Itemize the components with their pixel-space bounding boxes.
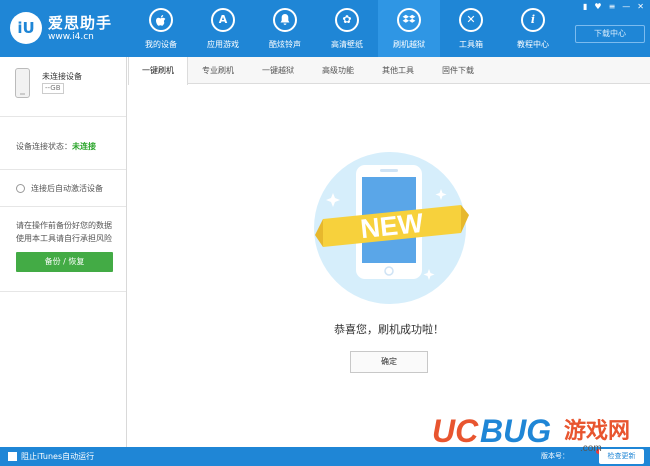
menu-icon[interactable]: ≡ — [609, 2, 616, 12]
tab-one-click-flash[interactable]: 一键刷机 — [128, 57, 188, 85]
apple-icon — [149, 8, 173, 32]
app-logo: iU 爱思助手 www.i4.cn — [10, 10, 130, 48]
nav-label: 酷炫铃声 — [269, 40, 301, 49]
nav-label: 教程中心 — [517, 40, 549, 49]
tab-advanced[interactable]: 高级功能 — [308, 57, 368, 84]
status-value: 未连接 — [72, 142, 96, 151]
feedback-icon[interactable]: ▮ — [583, 2, 587, 12]
auto-activate-label: 连接后自动激活设备 — [31, 184, 103, 193]
heart-icon[interactable]: ♥ — [594, 2, 601, 12]
tab-one-click-jailbreak[interactable]: 一键越狱 — [248, 57, 308, 84]
left-sidebar: 未连接设备 --GB 设备连接状态：未连接 连接后自动激活设备 请在操作前备份好… — [0, 57, 127, 447]
minimize-icon[interactable]: — — [622, 2, 630, 12]
auto-activate-option[interactable]: 连接后自动激活设备 — [16, 183, 103, 194]
tools-icon: ✕ — [459, 8, 483, 32]
nav-label: 我的设备 — [145, 40, 177, 49]
status-label: 设备连接状态： — [16, 142, 72, 151]
nav-item-flash-jailbreak[interactable]: 刷机越狱 — [378, 0, 440, 57]
device-capacity: --GB — [42, 83, 64, 94]
tab-firmware-download[interactable]: 固件下载 — [428, 57, 488, 84]
connection-status: 设备连接状态：未连接 — [16, 141, 96, 152]
close-icon[interactable]: ✕ — [637, 2, 644, 12]
nav-item-toolbox[interactable]: ✕ 工具箱 — [440, 0, 502, 57]
device-name: 未连接设备 — [42, 72, 82, 81]
block-itunes-checkbox[interactable] — [8, 452, 17, 461]
watermark-cn: 游戏网 — [564, 418, 630, 444]
warning-line-2: 使用本工具请自行承担风险 — [16, 234, 112, 243]
divider — [0, 291, 126, 292]
nav-item-tutorials[interactable]: i 教程中心 — [502, 0, 564, 57]
watermark-bug: BUG — [480, 413, 551, 449]
success-message: 恭喜您，刷机成功啦！ — [334, 323, 444, 336]
phone-icon — [15, 68, 30, 98]
phone-speaker — [380, 169, 398, 172]
device-card: 未连接设备 --GB — [0, 57, 126, 117]
backup-restore-button[interactable]: 备份 / 恢复 — [16, 252, 113, 272]
dropbox-icon — [397, 8, 421, 32]
app-store-icon: A — [211, 8, 235, 32]
watermark-domain: .com — [580, 443, 602, 453]
logo-mark: iU — [10, 12, 42, 44]
app-name: 爱思助手 — [48, 14, 113, 32]
nav-label: 应用游戏 — [207, 40, 239, 49]
divider — [0, 206, 126, 207]
warning-line-1: 请在操作前备份好您的数据 — [16, 221, 112, 230]
sub-tabs: 一键刷机 专业刷机 一键越狱 高级功能 其他工具 固件下载 — [128, 57, 650, 85]
nav-label: 高清壁纸 — [331, 40, 363, 49]
top-bar: iU 爱思助手 www.i4.cn 我的设备 A 应用游戏 酷炫铃声 ✿ 高清壁… — [0, 0, 650, 57]
download-center-button[interactable]: 下载中心 — [575, 25, 645, 43]
tab-pro-flash[interactable]: 专业刷机 — [188, 57, 248, 84]
nav-item-wallpapers[interactable]: ✿ 高清壁纸 — [316, 0, 378, 57]
window-controls: ▮ ♥ ≡ — ✕ — [583, 2, 644, 12]
nav-label: 工具箱 — [459, 40, 483, 49]
watermark-uc: UC — [432, 413, 479, 449]
tab-other-tools[interactable]: 其他工具 — [368, 57, 428, 84]
block-itunes-label: 阻止iTunes自动运行 — [21, 452, 95, 461]
new-phone-illustration: NEW — [314, 152, 469, 304]
nav-label: 刷机越狱 — [393, 40, 425, 49]
nav-item-ringtones[interactable]: 酷炫铃声 — [254, 0, 316, 57]
main-content: NEW 恭喜您，刷机成功啦！ 确定 — [128, 85, 650, 447]
main-nav: 我的设备 A 应用游戏 酷炫铃声 ✿ 高清壁纸 刷机越狱 ✕ 工具箱 i 教程中… — [130, 0, 564, 57]
bell-icon — [273, 8, 297, 32]
site-watermark: UC BUG 游戏网 .com — [432, 413, 630, 453]
nav-item-apps[interactable]: A 应用游戏 — [192, 0, 254, 57]
block-itunes-option[interactable]: 阻止iTunes自动运行 — [8, 451, 94, 462]
ok-button[interactable]: 确定 — [350, 351, 428, 373]
flower-icon: ✿ — [335, 8, 359, 32]
divider — [0, 169, 126, 170]
nav-item-my-device[interactable]: 我的设备 — [130, 0, 192, 57]
app-url: www.i4.cn — [48, 32, 94, 42]
info-icon: i — [521, 8, 545, 32]
auto-activate-radio[interactable] — [16, 184, 25, 193]
